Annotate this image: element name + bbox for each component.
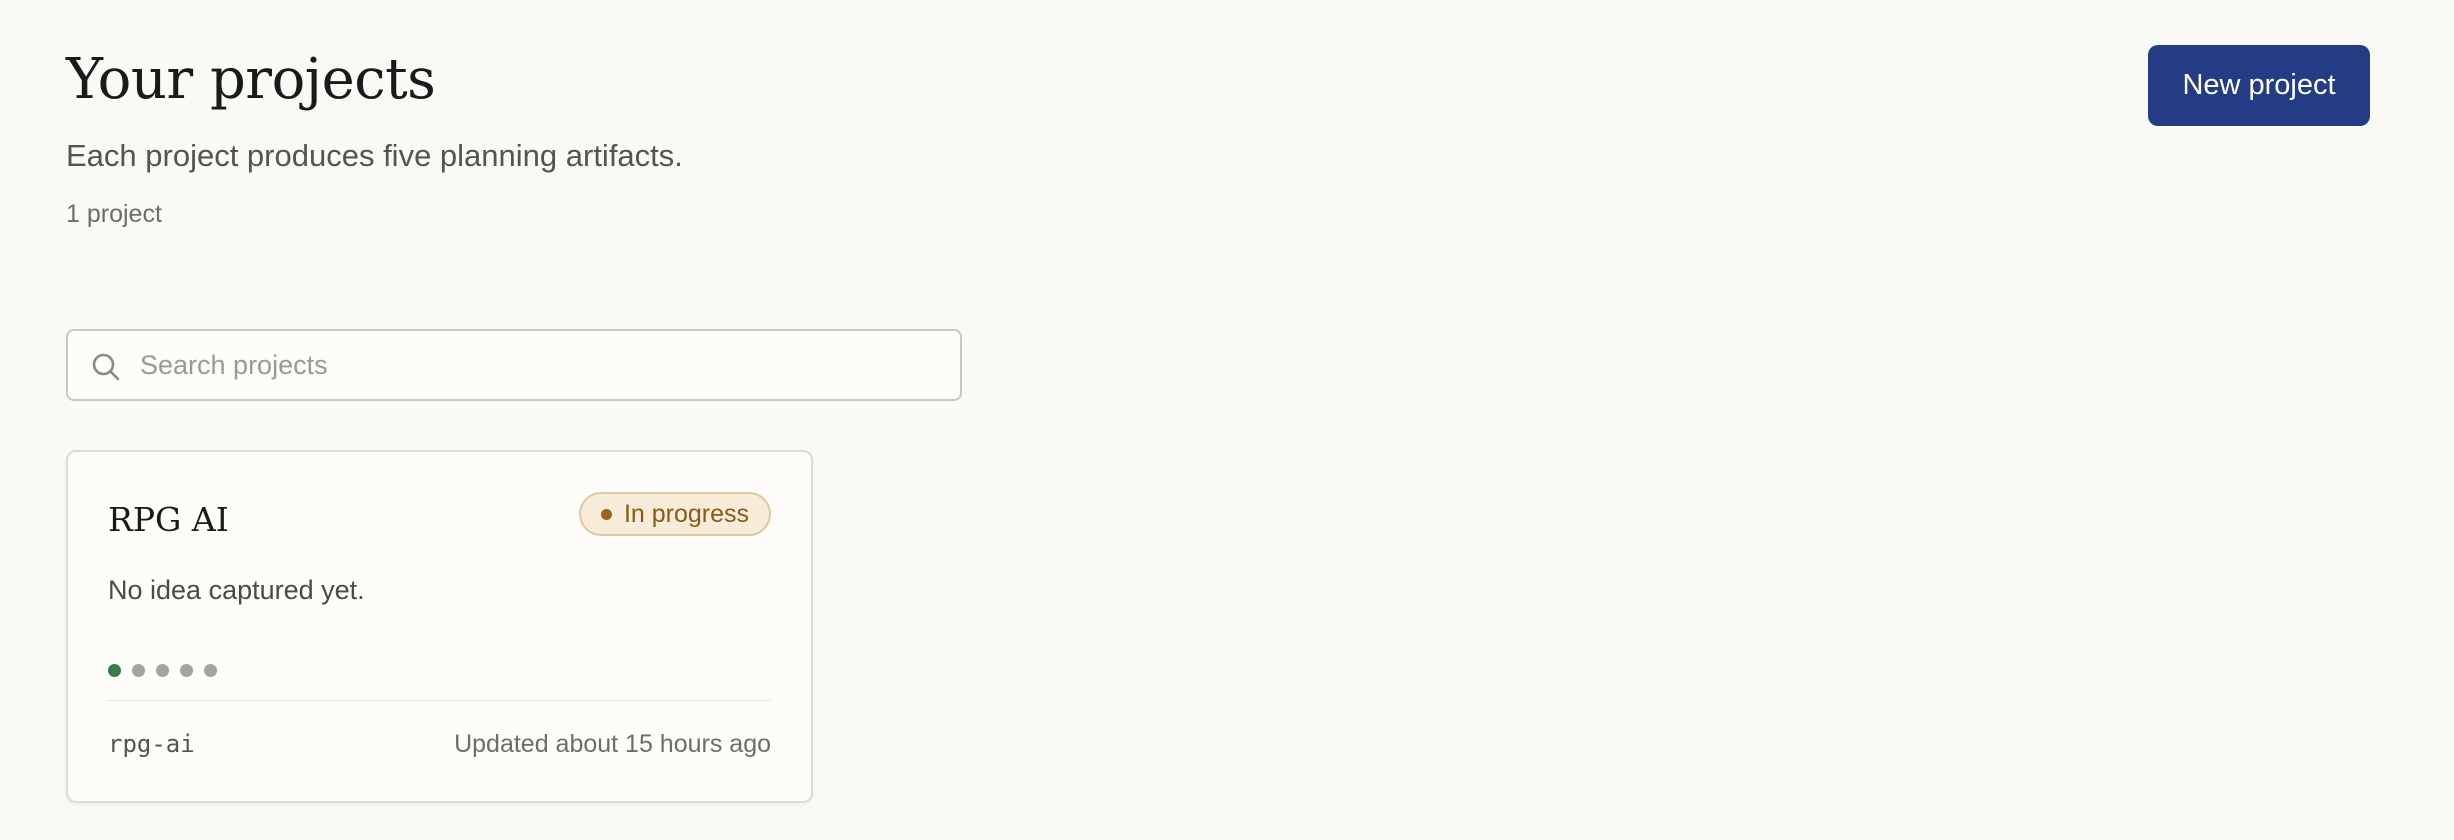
artifact-pending-dot — [132, 664, 145, 677]
artifact-pending-dot — [204, 664, 217, 677]
project-count: 1 project — [66, 200, 162, 228]
artifact-pending-dot — [156, 664, 169, 677]
status-label: In progress — [623, 499, 749, 528]
project-title: RPG AI — [108, 500, 229, 539]
search-input[interactable] — [140, 331, 940, 399]
project-updated: Updated about 15 hours ago — [454, 730, 771, 758]
search-box[interactable] — [66, 329, 962, 401]
status-dot-icon — [600, 508, 612, 520]
page-subtitle: Each project produces five planning arti… — [66, 138, 683, 173]
artifact-complete-dot — [108, 664, 121, 677]
project-slug: rpg-ai — [108, 730, 195, 758]
search-icon — [90, 351, 122, 383]
artifact-pending-dot — [180, 664, 193, 677]
card-divider — [108, 700, 771, 701]
artifact-progress — [108, 664, 217, 677]
project-card[interactable]: RPG AI In progress No idea captured yet.… — [66, 450, 813, 803]
new-project-button[interactable]: New project — [2148, 45, 2370, 126]
status-badge: In progress — [578, 492, 771, 536]
project-description: No idea captured yet. — [108, 575, 365, 605]
page-title: Your projects — [66, 47, 436, 112]
